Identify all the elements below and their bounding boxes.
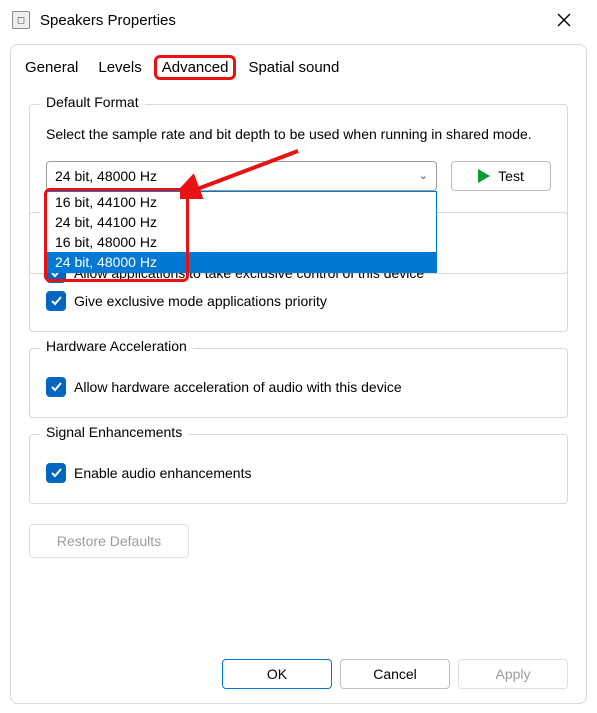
signal-enhancements-group: Signal Enhancements Enable audio enhance… xyxy=(29,434,568,504)
sample-rate-option[interactable]: 16 bit, 44100 Hz xyxy=(47,192,436,212)
sample-rate-option[interactable]: 16 bit, 48000 Hz xyxy=(47,232,436,252)
hardware-acceleration-title: Hardware Acceleration xyxy=(40,338,193,354)
check-icon xyxy=(50,380,63,393)
audio-enhancements-label: Enable audio enhancements xyxy=(74,465,251,481)
signal-enhancements-title: Signal Enhancements xyxy=(40,424,188,440)
properties-window: Speakers Properties General Levels Advan… xyxy=(0,0,597,713)
check-icon xyxy=(50,294,63,307)
hardware-acceleration-group: Hardware Acceleration Allow hardware acc… xyxy=(29,348,568,418)
tab-advanced[interactable]: Advanced xyxy=(154,55,237,80)
apply-button[interactable]: Apply xyxy=(458,659,568,689)
ok-button[interactable]: OK xyxy=(222,659,332,689)
tab-levels[interactable]: Levels xyxy=(90,55,149,80)
chevron-down-icon: ⌄ xyxy=(419,169,428,182)
close-button[interactable] xyxy=(543,4,585,36)
content-panel: General Levels Advanced Spatial sound De… xyxy=(10,44,587,704)
tab-general[interactable]: General xyxy=(17,55,86,80)
audio-enhancements-checkbox[interactable] xyxy=(46,463,66,483)
hardware-accel-checkbox[interactable] xyxy=(46,377,66,397)
sample-rate-option[interactable]: 24 bit, 48000 Hz xyxy=(47,252,436,272)
dialog-footer: OK Cancel Apply xyxy=(222,659,568,689)
check-icon xyxy=(50,466,63,479)
titlebar: Speakers Properties xyxy=(0,0,597,40)
test-button[interactable]: Test xyxy=(451,161,551,191)
tab-spatial-sound[interactable]: Spatial sound xyxy=(240,55,347,80)
hardware-accel-label: Allow hardware acceleration of audio wit… xyxy=(74,379,402,395)
play-icon xyxy=(478,169,490,183)
exclusive-priority-checkbox[interactable] xyxy=(46,291,66,311)
default-format-description: Select the sample rate and bit depth to … xyxy=(46,125,551,145)
tab-strip: General Levels Advanced Spatial sound xyxy=(11,49,586,80)
restore-defaults-button[interactable]: Restore Defaults xyxy=(29,524,189,558)
sample-rate-option[interactable]: 24 bit, 44100 Hz xyxy=(47,212,436,232)
close-icon xyxy=(557,13,571,27)
sample-rate-select[interactable]: 24 bit, 48000 Hz ⌄ xyxy=(46,161,437,191)
sample-rate-dropdown: 16 bit, 44100 Hz 24 bit, 44100 Hz 16 bit… xyxy=(46,191,437,273)
default-format-title: Default Format xyxy=(40,94,145,110)
sample-rate-selected-value: 24 bit, 48000 Hz xyxy=(55,168,157,184)
test-button-label: Test xyxy=(498,168,524,184)
exclusive-priority-label: Give exclusive mode applications priorit… xyxy=(74,293,327,309)
speaker-icon xyxy=(12,11,30,29)
restore-defaults-label: Restore Defaults xyxy=(57,533,161,549)
cancel-button[interactable]: Cancel xyxy=(340,659,450,689)
window-title: Speakers Properties xyxy=(40,12,543,29)
